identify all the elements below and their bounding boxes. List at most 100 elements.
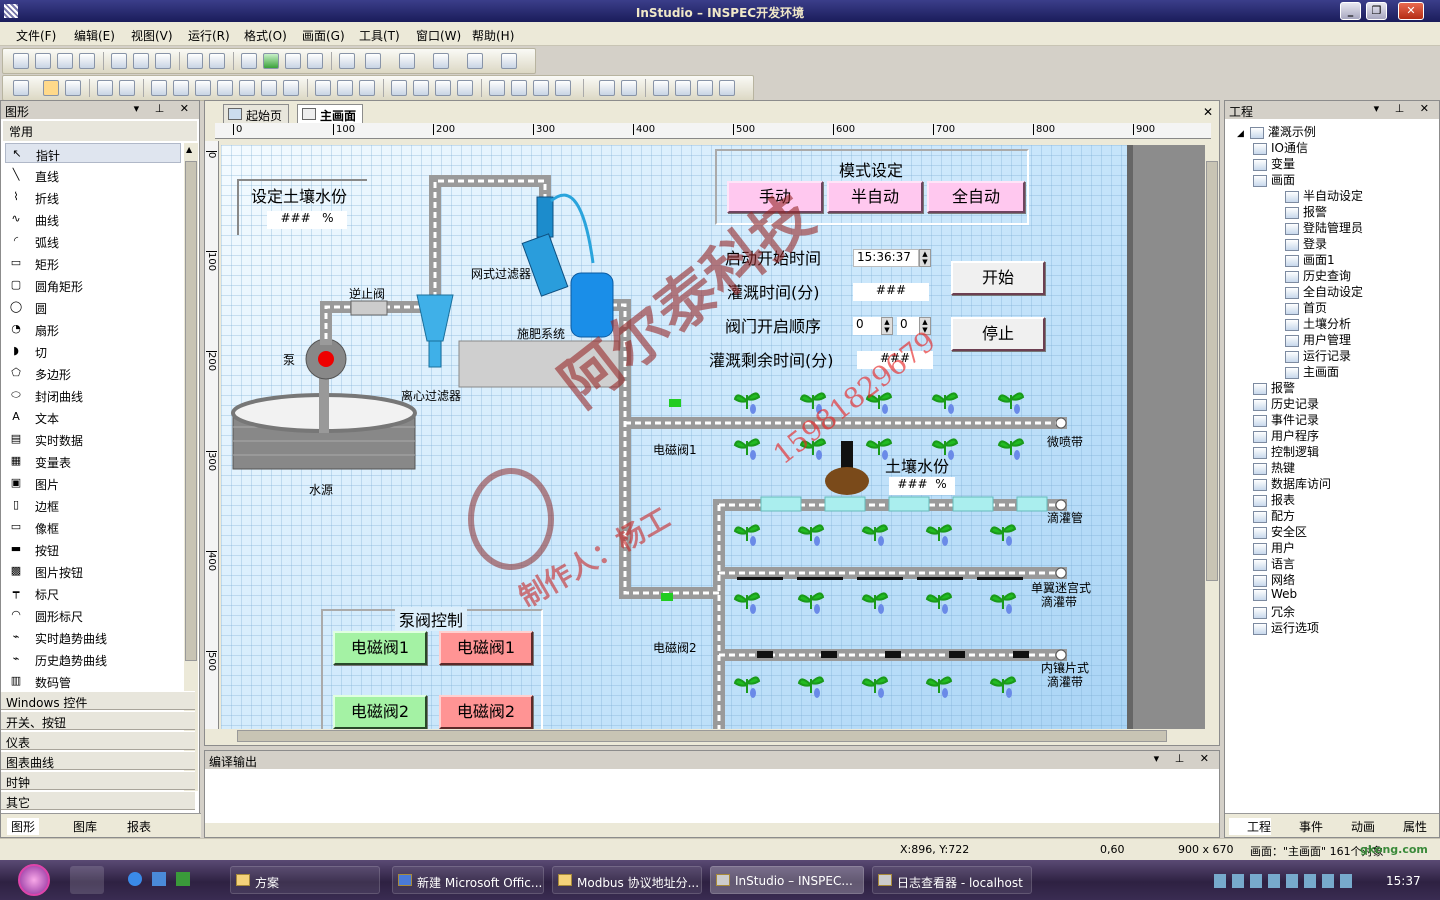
tool-realtime-trend[interactable]: ⌁ 实时趋势曲线	[5, 627, 181, 647]
category-item[interactable]: 时钟	[1, 771, 195, 790]
menu-file[interactable]: 文件(F)	[16, 27, 56, 44]
tree-item[interactable]: 登陆管理员	[1285, 219, 1363, 236]
tool-round-ruler[interactable]: ◠ 圆形标尺	[5, 605, 181, 625]
same-size-icon[interactable]	[283, 80, 299, 96]
edit-point-icon[interactable]	[97, 80, 113, 96]
tab-gallery[interactable]: 图库	[59, 818, 97, 835]
distribute-h-icon[interactable]	[315, 80, 331, 96]
canvas-vscroll[interactable]	[1205, 145, 1219, 729]
spacing-icon[interactable]	[391, 80, 407, 96]
tree-item[interactable]: 用户程序	[1253, 427, 1319, 444]
tool-history-trend[interactable]: ⌁ 历史趋势曲线	[5, 649, 181, 669]
layer-icon[interactable]	[697, 80, 713, 96]
tool-frame[interactable]: ▭ 像框	[5, 517, 181, 537]
align-middle-icon[interactable]	[239, 80, 255, 96]
copy-icon[interactable]	[133, 53, 149, 69]
tree-item[interactable]: 全自动设定	[1285, 283, 1363, 300]
stop-button[interactable]: 停止	[951, 317, 1045, 351]
tree-item[interactable]: 控制逻辑	[1253, 443, 1319, 460]
align-left-icon[interactable]	[151, 80, 167, 96]
category-item[interactable]: Windows 控件	[1, 691, 195, 710]
tool-border[interactable]: ▯ 边框	[5, 495, 181, 515]
tool-arc[interactable]: ◜ 弧线	[5, 231, 181, 251]
show-desktop-icon[interactable]	[70, 866, 104, 894]
tray-icons[interactable]	[1214, 874, 1354, 888]
save-icon[interactable]	[57, 53, 73, 69]
close-doc-icon[interactable]: ✕	[1203, 105, 1213, 119]
tab-animation[interactable]: 动画	[1333, 818, 1375, 835]
start-time-spinner[interactable]: ▲ ▼	[919, 249, 931, 267]
tree-item[interactable]: 变量	[1253, 155, 1295, 172]
category-item[interactable]: 其它	[1, 791, 195, 810]
tree-item[interactable]: 安全区	[1253, 523, 1307, 540]
category-common[interactable]: 常用	[3, 121, 197, 141]
task-office[interactable]: 新建 Microsoft Offic...	[392, 866, 544, 894]
tree-item[interactable]: 配方	[1253, 507, 1295, 524]
combine-icon[interactable]	[653, 80, 669, 96]
tool-text[interactable]: A 文本	[5, 407, 181, 427]
menu-run[interactable]: 运行(R)	[188, 27, 230, 44]
design-canvas[interactable]: 设定土壤水份 ### % 逆止阀 网式过滤器 施肥系统 泵 离心过滤器 水源 电…	[221, 145, 1127, 729]
tool-button[interactable]: ▬ 按钮	[5, 539, 181, 559]
tool-pointer[interactable]: ↖ 指针	[5, 143, 181, 163]
start-button[interactable]: 开始	[951, 261, 1045, 295]
tree-item[interactable]: 用户	[1253, 539, 1295, 556]
menu-edit[interactable]: 编辑(E)	[74, 27, 115, 44]
menu-tools[interactable]: 工具(T)	[359, 27, 400, 44]
run-icon[interactable]	[263, 53, 279, 69]
pause-icon[interactable]	[307, 53, 323, 69]
start-time-input[interactable]: 15:36:37	[853, 249, 919, 267]
tab-start-page[interactable]: 起始页	[223, 104, 290, 123]
tool-rounded-rect[interactable]: ▢ 圆角矩形	[5, 275, 181, 295]
spacing3-icon[interactable]	[435, 80, 451, 96]
tool-curve[interactable]: ∿ 曲线	[5, 209, 181, 229]
save-all-icon[interactable]	[79, 53, 95, 69]
distribute-v-icon[interactable]	[337, 80, 353, 96]
tool-polyline[interactable]: ⌇ 折线	[5, 187, 181, 207]
tab-main-screen[interactable]: 主画面	[297, 104, 364, 123]
valve1-on-button[interactable]: 电磁阀1	[333, 631, 427, 665]
tree-item[interactable]: 报警	[1285, 203, 1327, 220]
full-auto-mode-button[interactable]: 全自动	[927, 181, 1025, 213]
menu-help[interactable]: 帮助(H)	[472, 27, 514, 44]
tool-digital-tube[interactable]: ▥ 数码管	[5, 671, 181, 691]
tree-item[interactable]: 事件记录	[1253, 411, 1319, 428]
pen-icon[interactable]	[119, 80, 135, 96]
tab-properties[interactable]: 属性	[1385, 818, 1427, 835]
group-icon[interactable]	[359, 80, 375, 96]
tool-sector[interactable]: ◔ 扇形	[5, 319, 181, 339]
tree-item[interactable]: 报警	[1253, 379, 1295, 396]
tree-item[interactable]: 登录	[1285, 235, 1327, 252]
undo-icon[interactable]	[187, 53, 203, 69]
tool-ruler[interactable]: ┯ 标尺	[5, 583, 181, 603]
valve-order-spinner-1[interactable]: ▲ ▼	[881, 317, 893, 335]
task-instudio[interactable]: InStudio – INSPEC...	[710, 866, 864, 894]
tree-item[interactable]: 画面1	[1285, 251, 1335, 268]
tab-events[interactable]: 事件	[1281, 818, 1323, 835]
properties-icon[interactable]	[365, 53, 381, 69]
tree-item[interactable]: 运行记录	[1285, 347, 1351, 364]
panel-controls[interactable]: ▾ ⊥ ✕	[134, 102, 195, 115]
category-item[interactable]: 开关、按钮	[1, 711, 195, 730]
menu-view[interactable]: 视图(V)	[131, 27, 173, 44]
semi-auto-mode-button[interactable]: 半自动	[827, 181, 923, 213]
soil-set-input[interactable]: ### %	[267, 211, 347, 229]
restore-button[interactable]: ❐	[1366, 2, 1387, 20]
menu-window[interactable]: 窗口(W)	[416, 27, 461, 44]
lock-icon[interactable]	[599, 80, 615, 96]
object-icon[interactable]	[467, 53, 483, 69]
unlock-icon[interactable]	[621, 80, 637, 96]
tree-item[interactable]: 半自动设定	[1285, 187, 1363, 204]
tool-closed-curve[interactable]: ⬭ 封闭曲线	[5, 385, 181, 405]
task-eventlog[interactable]: 日志查看器 - localhost	[872, 866, 1032, 894]
tree-item[interactable]: IO通信	[1253, 139, 1308, 156]
project-root[interactable]: ◢ 灌溉示例	[1237, 123, 1316, 140]
rotate-icon[interactable]	[43, 80, 59, 96]
canvas-hscroll[interactable]	[221, 729, 1205, 743]
category-item[interactable]: 图表曲线	[1, 751, 195, 770]
tree-item[interactable]: 主画面	[1285, 363, 1339, 380]
spacing4-icon[interactable]	[457, 80, 473, 96]
tool-chord[interactable]: ◗ 切	[5, 341, 181, 361]
tab-graphics[interactable]: 图形	[7, 818, 40, 835]
screen-icon[interactable]	[339, 53, 355, 69]
